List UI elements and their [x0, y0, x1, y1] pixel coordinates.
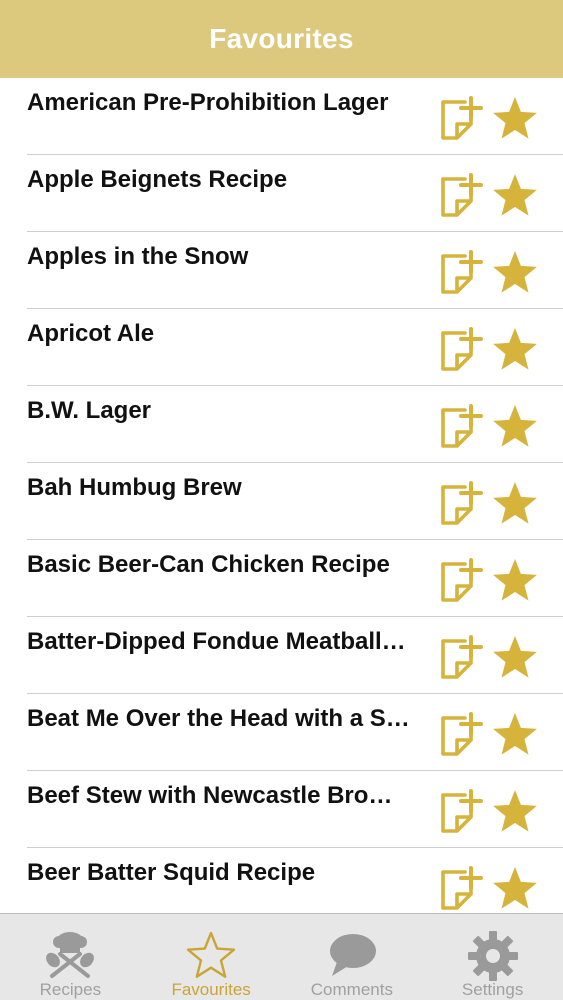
add-note-icon[interactable]: [437, 556, 487, 606]
tab-label: Comments: [310, 980, 393, 999]
tab-comments[interactable]: Comments: [282, 914, 423, 1000]
star-icon[interactable]: [490, 171, 540, 221]
recipe-title: Batter-Dipped Fondue Meatball…: [27, 628, 406, 655]
list-item[interactable]: Beer Batter Squid Recipe: [0, 848, 563, 913]
tab-label: Favourites: [171, 980, 251, 999]
add-note-icon[interactable]: [437, 94, 487, 144]
gear-icon: [467, 931, 518, 981]
add-note-icon[interactable]: [437, 248, 487, 298]
list-item[interactable]: Apple Beignets Recipe: [0, 155, 563, 232]
tab-favourites[interactable]: Favourites: [141, 914, 282, 1000]
star-icon[interactable]: [490, 633, 540, 683]
add-note-icon[interactable]: [437, 633, 487, 683]
star-icon[interactable]: [490, 325, 540, 375]
list-item[interactable]: American Pre-Prohibition Lager: [0, 78, 563, 155]
speech-bubble-icon: [329, 934, 376, 976]
list-item[interactable]: Bah Humbug Brew: [0, 463, 563, 540]
page-title: Favourites: [209, 23, 354, 54]
add-note-icon[interactable]: [437, 402, 487, 452]
recipe-title: Apple Beignets Recipe: [27, 166, 288, 193]
recipe-title: Beer Batter Squid Recipe: [27, 859, 316, 886]
list-item[interactable]: Beat Me Over the Head with a S…: [0, 694, 563, 771]
add-note-icon[interactable]: [437, 864, 487, 913]
recipe-title: Beef Stew with Newcastle Bro…: [27, 782, 393, 809]
recipe-title: B.W. Lager: [27, 397, 152, 424]
tab-bar: Recipes Favourites Comments Settings: [0, 913, 563, 1000]
list-item[interactable]: B.W. Lager: [0, 386, 563, 463]
navigation-bar: Favourites: [0, 0, 563, 78]
recipe-title: American Pre-Prohibition Lager: [27, 89, 389, 116]
recipe-title: Apples in the Snow: [27, 243, 249, 270]
add-note-icon[interactable]: [437, 171, 487, 221]
tab-recipes[interactable]: Recipes: [0, 914, 141, 1000]
list-item[interactable]: Beef Stew with Newcastle Bro…: [0, 771, 563, 848]
favourites-list[interactable]: American Pre-Prohibition Lager Apple Bei…: [0, 78, 563, 913]
star-icon[interactable]: [490, 556, 540, 606]
star-icon[interactable]: [490, 94, 540, 144]
chef-utensils-icon: [46, 932, 95, 978]
tab-label: Settings: [461, 980, 524, 999]
recipe-title: Apricot Ale: [27, 320, 155, 347]
recipe-title: Bah Humbug Brew: [27, 474, 242, 501]
recipe-title: Basic Beer-Can Chicken Recipe: [27, 551, 390, 578]
list-item[interactable]: Apples in the Snow: [0, 232, 563, 309]
tab-label: Recipes: [39, 980, 102, 999]
star-icon[interactable]: [490, 710, 540, 760]
list-item[interactable]: Basic Beer-Can Chicken Recipe: [0, 540, 563, 617]
recipe-title: Beat Me Over the Head with a S…: [27, 705, 410, 732]
star-icon[interactable]: [490, 248, 540, 298]
star-icon[interactable]: [490, 402, 540, 452]
star-icon[interactable]: [490, 787, 540, 837]
list-item[interactable]: Apricot Ale: [0, 309, 563, 386]
tab-settings[interactable]: Settings: [422, 914, 563, 1000]
add-note-icon[interactable]: [437, 325, 487, 375]
app-screen: Favourites American Pre-Prohibition Lage…: [0, 0, 563, 1000]
add-note-icon[interactable]: [437, 479, 487, 529]
star-outline-icon: [186, 931, 236, 978]
star-icon[interactable]: [490, 479, 540, 529]
list-item[interactable]: Batter-Dipped Fondue Meatball…: [0, 617, 563, 694]
add-note-icon[interactable]: [437, 710, 487, 760]
add-note-icon[interactable]: [437, 787, 487, 837]
star-icon[interactable]: [490, 864, 540, 913]
